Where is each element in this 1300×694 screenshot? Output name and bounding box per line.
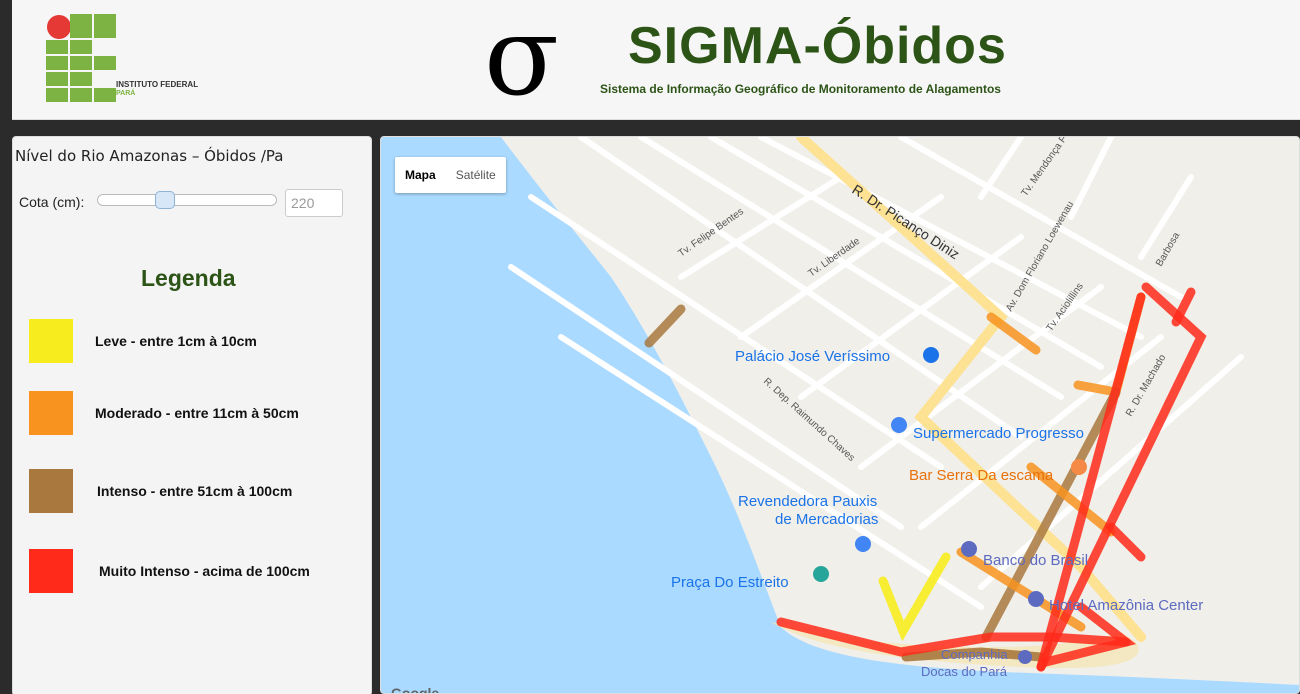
place-label: Companhia	[941, 647, 1008, 662]
legend-item-leve: Leve - entre 1cm à 10cm	[29, 319, 369, 363]
legend-swatch-leve	[29, 319, 73, 363]
cota-slider[interactable]	[97, 194, 277, 206]
map-canvas[interactable]: R. Dr. Picanço Diniz Tv. Felipe Bentes T…	[381, 137, 1300, 694]
shopping-cart-icon	[891, 417, 907, 433]
legend-label-intenso: Intenso - entre 51cm à 100cm	[97, 483, 293, 499]
place-label: Bar Serra Da escama	[909, 467, 1054, 484]
legend-item-intenso: Intenso - entre 51cm à 100cm	[29, 469, 369, 513]
place-label: de Mercadorias	[775, 511, 878, 528]
hotel-icon	[1028, 591, 1044, 607]
building-icon	[1018, 650, 1032, 664]
place-label: Palácio José Veríssimo	[735, 348, 890, 365]
street-label: Barbosa	[1154, 230, 1182, 268]
legend-item-muito-intenso: Muito Intenso - acima de 100cm	[29, 549, 369, 593]
legend-label-leve: Leve - entre 1cm à 10cm	[95, 333, 257, 349]
app-subtitle: Sistema de Informação Geográfico de Moni…	[600, 82, 1001, 96]
legend-swatch-moderado	[29, 391, 73, 435]
map-type-satelite[interactable]: Satélite	[446, 157, 506, 193]
shopping-cart-icon	[855, 536, 871, 552]
street-label: Tv. Felipe Bentes	[676, 206, 745, 259]
google-logo: Google	[391, 685, 440, 694]
street-label: Tv. Mendonça F	[1019, 137, 1069, 199]
sigma-icon: σ	[484, 0, 560, 120]
header: INSTITUTO FEDERAL PARÁ σ SIGMA-Óbidos Si…	[12, 0, 1300, 120]
bank-icon	[961, 541, 977, 557]
place-label: Revendedora Pauxis	[738, 493, 877, 510]
restaurant-icon	[1071, 459, 1087, 475]
app-title: SIGMA-Óbidos	[628, 17, 1007, 75]
place-label: Banco do Brasil	[983, 552, 1088, 569]
legend-swatch-intenso	[29, 469, 73, 513]
panel-title: Nível do Rio Amazonas – Óbidos /Pa	[15, 147, 284, 165]
map[interactable]: R. Dr. Picanço Diniz Tv. Felipe Bentes T…	[380, 136, 1300, 694]
cota-slider-thumb[interactable]	[155, 191, 175, 209]
map-type-control: Mapa Satélite	[395, 157, 506, 193]
if-logo-text: INSTITUTO FEDERAL PARÁ	[116, 80, 198, 98]
control-panel: Nível do Rio Amazonas – Óbidos /Pa Cota …	[12, 136, 372, 694]
cota-label: Cota (cm):	[19, 194, 85, 210]
place-label: Supermercado Progresso	[913, 425, 1084, 442]
legend-item-moderado: Moderado - entre 11cm à 50cm	[29, 391, 369, 435]
place-label: Praça Do Estreito	[671, 574, 789, 591]
cota-input[interactable]: 220	[285, 189, 343, 217]
landmark-icon	[923, 347, 939, 363]
if-logo-state: PARÁ	[116, 90, 136, 97]
map-type-mapa[interactable]: Mapa	[395, 157, 446, 193]
legend-label-muito-intenso: Muito Intenso - acima de 100cm	[99, 563, 310, 579]
camera-icon	[813, 566, 829, 582]
place-label: Docas do Pará	[921, 664, 1008, 679]
if-logo-name: INSTITUTO FEDERAL	[116, 80, 199, 89]
legend-title: Legenda	[141, 265, 236, 291]
legend-swatch-muito-intenso	[29, 549, 73, 593]
legend-label-moderado: Moderado - entre 11cm à 50cm	[95, 405, 299, 421]
place-label: Hotel Amazônia Center	[1049, 597, 1203, 614]
